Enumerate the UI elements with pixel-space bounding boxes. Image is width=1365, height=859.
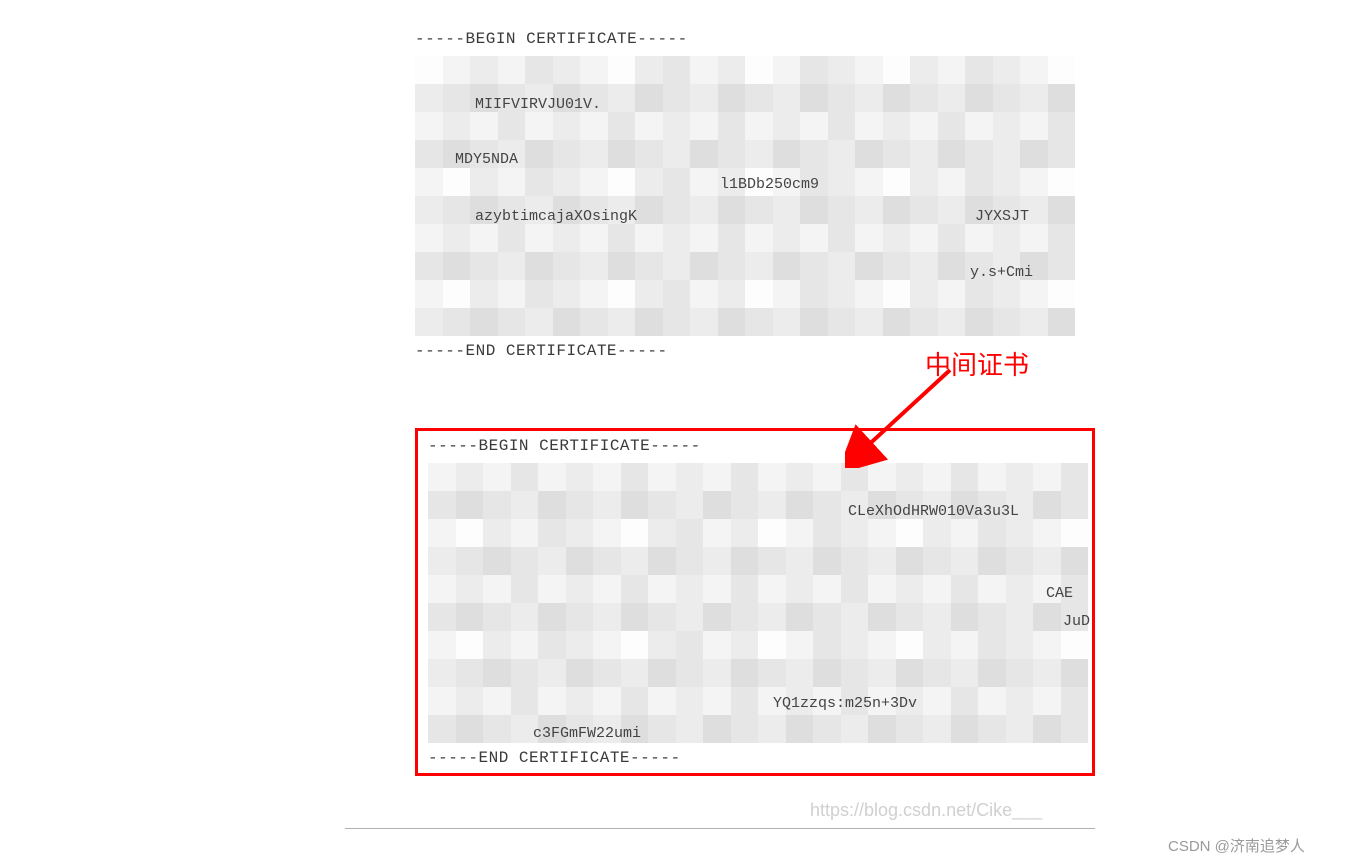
cert2-fragment-4: YQ1zzqs:m25n+3Dv (773, 695, 917, 712)
server-certificate-block: -----BEGIN CERTIFICATE----- MIIFVIRVJU01… (415, 30, 1075, 360)
cert2-begin-marker: -----BEGIN CERTIFICATE----- (428, 437, 1082, 455)
cert1-fragment-1: MIIFVIRVJU01V. (475, 96, 601, 113)
cert1-fragment-5: JYXSJT (975, 208, 1029, 225)
cert2-fragment-3: JuD (1063, 613, 1090, 630)
divider-line (345, 828, 1095, 829)
watermark-url: https://blog.csdn.net/Cike___ (810, 800, 1042, 821)
intermediate-certificate-block: -----BEGIN CERTIFICATE----- CLeXhOdHRW01… (415, 428, 1095, 776)
cert1-redacted-body: MIIFVIRVJU01V. MDY5NDA l1BDb250cm9 azybt… (415, 56, 1075, 336)
annotation-label: 中间证书 (925, 345, 1029, 382)
cert1-fragment-4: azybtimcajaXOsingK (475, 208, 637, 225)
cert2-end-marker: -----END CERTIFICATE----- (428, 749, 1082, 767)
watermark-csdn: CSDN @济南追梦人 (1168, 835, 1305, 856)
cert1-fragment-6: y.s+Cmi (970, 264, 1033, 281)
cert1-fragment-3: l1BDb250cm9 (720, 176, 819, 193)
cert1-fragment-2: MDY5NDA (455, 151, 518, 168)
cert2-fragment-1: CLeXhOdHRW010Va3u3L (848, 503, 1019, 520)
cert1-begin-marker: -----BEGIN CERTIFICATE----- (415, 30, 1075, 48)
cert2-fragment-5: c3FGmFW22umi (533, 725, 641, 742)
cert2-redacted-body: CLeXhOdHRW010Va3u3L CAE JuD YQ1zzqs:m25n… (428, 463, 1088, 743)
cert2-fragment-2: CAE (1046, 585, 1073, 602)
certificate-display-area: -----BEGIN CERTIFICATE----- MIIFVIRVJU01… (415, 30, 1075, 776)
